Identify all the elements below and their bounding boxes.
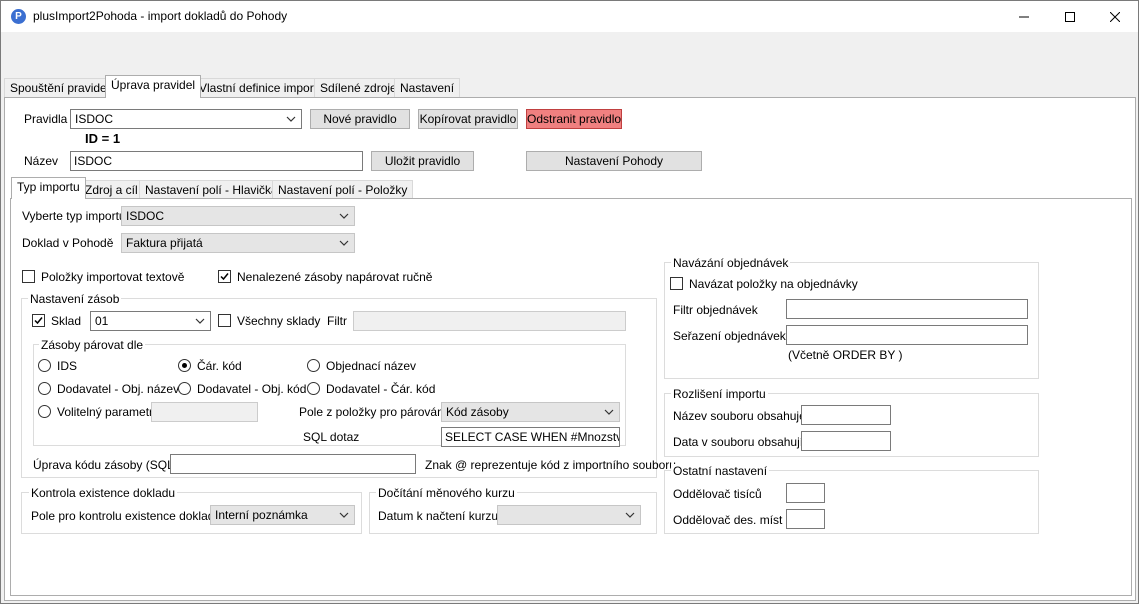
filename-input[interactable] xyxy=(801,405,891,425)
sklad-select[interactable]: 01 xyxy=(90,311,211,331)
items-text-label: Položky importovat textově xyxy=(41,270,185,284)
thousands-sep-input[interactable] xyxy=(786,483,825,503)
file-data-label: Data v souboru obsahují xyxy=(673,435,804,449)
link-orders-label: Navázat položky na objednávky xyxy=(689,277,858,291)
radio-dodavatel-obj-nazev[interactable] xyxy=(38,382,51,395)
doc-type-label: Doklad v Pohodě xyxy=(22,236,114,250)
chevron-down-icon xyxy=(339,512,349,518)
pair-field-select[interactable]: Kód zásoby xyxy=(441,402,620,422)
decimal-sep-input[interactable] xyxy=(786,509,825,529)
radio-dodavatel-obj-nazev-label: Dodavatel - Obj. název xyxy=(57,382,180,396)
order-filter-input[interactable] xyxy=(786,299,1028,319)
radio-dodavatel-obj-kod-label: Dodavatel - Obj. kód xyxy=(197,382,307,396)
manual-match-checkbox[interactable] xyxy=(218,270,231,283)
currency-date-select[interactable] xyxy=(497,505,641,525)
radio-dodavatel-obj-kod[interactable] xyxy=(178,382,191,395)
filter-label: Filtr xyxy=(327,314,347,328)
import-type-value: ISDOC xyxy=(126,209,165,223)
order-sort-input[interactable] xyxy=(786,325,1028,345)
manual-match-label: Nenalezené zásoby napárovat ručně xyxy=(237,270,433,284)
radio-volitelny-parametr-label: Volitelný parametr xyxy=(57,405,154,419)
chevron-down-icon xyxy=(195,318,205,324)
sql-input[interactable]: SELECT CASE WHEN #Mnozstvi# < xyxy=(441,427,620,447)
filter-input[interactable] xyxy=(353,311,626,331)
stock-settings-title: Nastavení zásob xyxy=(28,292,122,306)
doc-type-select[interactable]: Faktura přijatá xyxy=(121,233,355,253)
radio-ids[interactable] xyxy=(38,359,51,372)
import-diff-title: Rozlišení importu xyxy=(671,387,768,401)
chevron-down-icon xyxy=(604,409,614,415)
radio-car-kod-label: Čár. kód xyxy=(197,359,242,373)
all-stores-label: Všechny sklady xyxy=(237,314,321,328)
thousands-sep-label: Oddělovač tisíců xyxy=(673,487,762,501)
doc-check-field-label: Pole pro kontrolu existence dokladu xyxy=(31,509,222,523)
radio-objednaci-nazev[interactable] xyxy=(307,359,320,372)
sklad-value: 01 xyxy=(95,314,109,328)
items-text-checkbox[interactable] xyxy=(22,270,35,283)
all-stores-checkbox[interactable] xyxy=(218,314,231,327)
radio-volitelny-parametr[interactable] xyxy=(38,405,51,418)
pair-field-value: Kód zásoby xyxy=(446,405,509,419)
code-sql-label: Úprava kódu zásoby (SQL) xyxy=(33,458,178,472)
sql-label: SQL dotaz xyxy=(303,430,360,444)
code-sql-hint: Znak @ reprezentuje kód z importního sou… xyxy=(425,458,676,472)
radio-objednaci-nazev-label: Objednací název xyxy=(326,359,417,373)
app-window: P plusImport2Pohoda - import dokladů do … xyxy=(0,0,1139,604)
doc-check-title: Kontrola existence dokladu xyxy=(29,486,178,500)
check-icon xyxy=(34,317,43,325)
sklad-label: Sklad xyxy=(51,314,82,328)
pair-field-label: Pole z položky pro párování xyxy=(299,405,448,419)
radio-dodavatel-car-kod[interactable] xyxy=(307,382,320,395)
filename-label: Název souboru obsahuje xyxy=(673,409,806,423)
radio-ids-label: IDS xyxy=(57,359,78,373)
radio-dodavatel-car-kod-label: Dodavatel - Čár. kód xyxy=(326,382,436,396)
orders-title: Navázání objednávek xyxy=(671,256,791,270)
currency-title: Dočítání měnového kurzu xyxy=(376,486,517,500)
import-type-label: Vyberte typ importu xyxy=(22,209,126,223)
chevron-down-icon xyxy=(339,213,349,219)
volitelny-parametr-input[interactable] xyxy=(151,402,258,422)
file-data-input[interactable] xyxy=(801,431,891,451)
currency-date-label: Datum k načtení kurzu xyxy=(378,509,499,523)
link-orders-checkbox[interactable] xyxy=(670,277,683,290)
import-type-select[interactable]: ISDOC xyxy=(121,206,355,226)
pair-by-title: Zásoby párovat dle xyxy=(39,338,146,352)
other-settings-title: Ostatní nastavení xyxy=(671,464,770,478)
chevron-down-icon xyxy=(339,240,349,246)
code-sql-input[interactable] xyxy=(170,454,416,474)
order-sort-label: Seřazení objednávek xyxy=(673,329,786,343)
decimal-sep-label: Oddělovač des. míst xyxy=(673,513,783,527)
check-icon xyxy=(220,273,229,281)
content-layer: Vyberte typ importu ISDOC Doklad v Pohod… xyxy=(1,1,1138,603)
doc-check-select[interactable]: Interní poznámka xyxy=(210,505,355,525)
doc-type-value: Faktura přijatá xyxy=(126,236,203,250)
chevron-down-icon xyxy=(625,512,635,518)
radio-car-kod[interactable] xyxy=(178,359,191,372)
order-filter-label: Filtr objednávek xyxy=(673,303,758,317)
doc-check-value: Interní poznámka xyxy=(215,508,308,522)
sklad-checkbox[interactable] xyxy=(32,314,45,327)
order-sort-hint: (Včetně ORDER BY ) xyxy=(788,348,903,362)
